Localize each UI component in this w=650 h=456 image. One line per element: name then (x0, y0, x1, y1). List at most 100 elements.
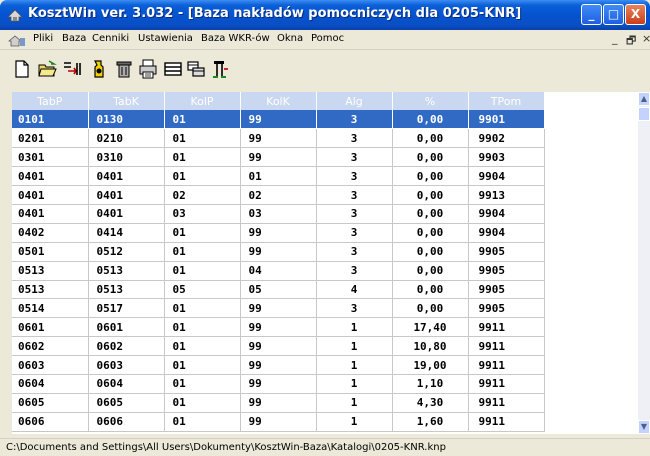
scroll-down-icon[interactable]: ▼ (638, 420, 650, 434)
table-cell[interactable]: 01 (240, 166, 317, 187)
table-cell[interactable]: 0602 (12, 336, 89, 357)
delete-icon[interactable] (114, 59, 134, 79)
table-cell[interactable]: 9905 (468, 280, 545, 300)
table-cell[interactable]: 99 (240, 412, 317, 432)
table-cell[interactable]: 3 (316, 128, 393, 149)
column-header-tabp[interactable]: TabP (12, 92, 89, 110)
table-cell[interactable]: 3 (316, 204, 393, 224)
table-cell[interactable]: 1 (316, 355, 393, 375)
table-cell[interactable]: 05 (240, 280, 317, 300)
vertical-scrollbar[interactable]: ▲ ▼ (638, 92, 650, 434)
table-cell[interactable]: 9905 (468, 261, 545, 281)
table-cell[interactable]: 01 (164, 317, 241, 338)
table-cell[interactable]: 0401 (88, 204, 165, 224)
table-cell[interactable]: 0401 (12, 166, 89, 187)
print-icon[interactable] (138, 59, 158, 79)
table-cell[interactable]: 0601 (12, 317, 89, 338)
table-cell[interactable]: 9904 (468, 204, 545, 224)
table-cell[interactable]: 0603 (12, 355, 89, 375)
menu-baza-wkr[interactable]: Baza WKR-ów (201, 33, 270, 44)
table-cell[interactable]: 10,80 (392, 336, 469, 357)
find-icon[interactable] (89, 59, 109, 79)
table-cell[interactable]: 0210 (88, 128, 165, 149)
table-cell[interactable]: 0401 (88, 166, 165, 187)
table-row[interactable]: 0603 0603 01 99 1 19,00 9911 (12, 355, 545, 375)
table-cell[interactable]: 99 (240, 147, 317, 168)
table-cell[interactable]: 99 (240, 223, 317, 243)
insert-record-icon[interactable] (62, 59, 82, 79)
table-cell[interactable]: 01 (164, 223, 241, 243)
table-cell[interactable]: 1 (316, 393, 393, 413)
table-cell[interactable]: 0402 (12, 223, 89, 243)
table-cell[interactable]: 0517 (88, 298, 165, 319)
menu-pomoc[interactable]: Pomoc (311, 33, 344, 44)
table-cell[interactable]: 0401 (12, 185, 89, 205)
new-document-icon[interactable] (12, 59, 32, 79)
table-cell[interactable]: 02 (240, 185, 317, 205)
column-header-tpom[interactable]: TPom (468, 92, 545, 110)
table-cell[interactable]: 0401 (12, 204, 89, 224)
table-cell[interactable]: 9911 (468, 336, 545, 357)
table-cell[interactable]: 99 (240, 393, 317, 413)
minimize-button[interactable]: _ (581, 4, 602, 25)
table-cell[interactable]: 3 (316, 147, 393, 168)
table-cell[interactable]: 19,00 (392, 355, 469, 375)
mdi-minimize-button[interactable]: _ (612, 32, 618, 45)
table-cell[interactable]: 0201 (12, 128, 89, 149)
mdi-restore-button[interactable]: 🗗 (626, 32, 636, 51)
table-cell[interactable]: 01 (164, 166, 241, 187)
table-cell[interactable]: 0401 (88, 185, 165, 205)
table-cell[interactable]: 02 (164, 185, 241, 205)
table-cell[interactable]: 0605 (88, 393, 165, 413)
table-cell[interactable]: 0,00 (392, 242, 469, 262)
table-cell[interactable]: 01 (164, 393, 241, 413)
table-row[interactable]: 0606 0606 01 99 1 1,60 9911 (12, 412, 545, 432)
table-cell[interactable]: 0606 (88, 412, 165, 432)
table-cell[interactable]: 3 (316, 166, 393, 187)
table-cell[interactable]: 0,00 (392, 298, 469, 319)
table-cell[interactable]: 0,00 (392, 147, 469, 168)
column-header-kolp[interactable]: KolP (164, 92, 241, 110)
table-cell[interactable]: 3 (316, 223, 393, 243)
app-icon[interactable] (7, 7, 23, 23)
table-row[interactable]: 0401 0401 01 01 3 0,00 9904 (12, 166, 545, 187)
table-cell[interactable]: 0512 (88, 242, 165, 262)
table-row[interactable]: 0514 0517 01 99 3 0,00 9905 (12, 298, 545, 319)
table-cell[interactable]: 9905 (468, 242, 545, 262)
scroll-thumb[interactable] (638, 107, 650, 121)
table-cell[interactable]: 9904 (468, 166, 545, 187)
document-icon[interactable] (8, 32, 26, 48)
table-cell[interactable]: 9911 (468, 317, 545, 338)
menu-okna[interactable]: Okna (277, 33, 303, 44)
table-cell[interactable]: 03 (164, 204, 241, 224)
table-cell[interactable]: 1 (316, 336, 393, 357)
table-cell[interactable]: 99 (240, 110, 317, 130)
table-cell[interactable]: 01 (164, 242, 241, 262)
table-cell[interactable]: 99 (240, 242, 317, 262)
table-cell[interactable]: 0513 (12, 280, 89, 300)
table-cell[interactable]: 3 (316, 185, 393, 205)
table-cell[interactable]: 17,40 (392, 317, 469, 338)
table-cell[interactable]: 0310 (88, 147, 165, 168)
table-cell[interactable]: 0,00 (392, 185, 469, 205)
table-cell[interactable]: 0604 (88, 374, 165, 394)
table-row[interactable]: 0601 0601 01 99 1 17,40 9911 (12, 317, 545, 338)
table-cell[interactable]: 0,00 (392, 128, 469, 149)
menu-cenniki[interactable]: Cenniki (92, 33, 129, 44)
table-cell[interactable]: 0130 (88, 110, 165, 130)
table-cell[interactable]: 01 (164, 412, 241, 432)
open-folder-icon[interactable] (37, 59, 57, 79)
mdi-close-button[interactable]: × (642, 32, 650, 45)
table-cell[interactable]: 01 (164, 336, 241, 357)
table-cell[interactable]: 0513 (88, 280, 165, 300)
table-row[interactable]: 0513 0513 01 04 3 0,00 9905 (12, 261, 545, 281)
table-row[interactable]: 0604 0604 01 99 1 1,10 9911 (12, 374, 545, 394)
table-cell[interactable]: 01 (164, 298, 241, 319)
table-cell[interactable]: 05 (164, 280, 241, 300)
table-cell[interactable]: 9901 (468, 110, 545, 130)
table-cell[interactable]: 0602 (88, 336, 165, 357)
data-grid[interactable]: TabP TabK KolP KolK Alg % TPom 0101 0130 0… (12, 92, 638, 434)
table-cell[interactable]: 9911 (468, 412, 545, 432)
table-cell[interactable]: 99 (240, 374, 317, 394)
table-cell[interactable]: 9911 (468, 374, 545, 394)
